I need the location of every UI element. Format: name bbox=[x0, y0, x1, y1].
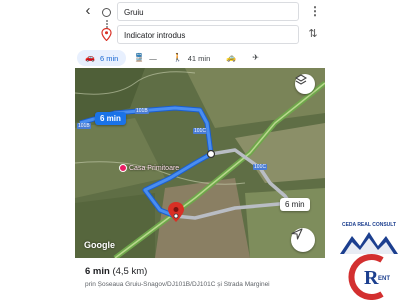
route-description: prin Șoseaua Gruiu-Snagov/DJ101B/DJ101C … bbox=[85, 281, 270, 288]
plane-icon: ✈ bbox=[252, 53, 259, 62]
mode-walk[interactable]: 🚶 41 min bbox=[165, 50, 218, 66]
map-canvas bbox=[75, 68, 325, 258]
route-summary-sheet[interactable]: 6 min (4,5 km) prin Șoseaua Gruiu-Snagov… bbox=[75, 258, 325, 300]
route-time-callout-alt[interactable]: 6 min bbox=[280, 198, 310, 211]
transit-icon: 🚆 bbox=[134, 53, 145, 62]
destination-pin-icon bbox=[101, 28, 112, 41]
route-time-callout-primary[interactable]: 6 min bbox=[95, 112, 126, 125]
logo-emblem: R ENT bbox=[340, 232, 398, 300]
route-duration: 6 min bbox=[85, 266, 110, 277]
place-pin-icon bbox=[119, 164, 127, 172]
map-view[interactable]: 101B 101C 101B 101C 6 min 6 min Casa Pri… bbox=[75, 68, 325, 258]
walk-icon: 🚶 bbox=[172, 53, 183, 62]
road-label: 101B bbox=[135, 108, 149, 114]
road-label: 101C bbox=[193, 128, 207, 134]
mode-walk-label: 41 min bbox=[187, 53, 211, 63]
mode-transit[interactable]: 🚆 — bbox=[126, 50, 164, 66]
layers-icon bbox=[295, 74, 307, 85]
navigation-arrow-icon bbox=[291, 228, 303, 240]
travel-mode-bar: 🚗 6 min 🚆 — 🚶 41 min 🚕 ✈ bbox=[75, 49, 325, 67]
origin-input[interactable]: Gruiu bbox=[117, 2, 299, 21]
mode-transit-label: — bbox=[149, 53, 157, 63]
google-logo: Google bbox=[84, 240, 115, 250]
place-marker[interactable]: Casa Primitoare bbox=[119, 164, 179, 172]
place-name: Casa Primitoare bbox=[129, 164, 180, 172]
directions-header: ‹ Gruiu Indicator introdus ⋮ ⇅ 🚗 6 min 🚆… bbox=[75, 0, 325, 72]
my-location-button[interactable] bbox=[291, 228, 315, 252]
mode-flight[interactable]: ✈ bbox=[244, 50, 267, 66]
svg-text:ENT: ENT bbox=[378, 276, 390, 282]
origin-circle-icon bbox=[102, 8, 111, 17]
back-button[interactable]: ‹ bbox=[81, 2, 95, 20]
car-icon: 🚗 bbox=[85, 53, 95, 62]
company-logo: CEDA REAL CONSULT R ENT bbox=[338, 222, 400, 300]
ride-icon: 🚕 bbox=[226, 53, 237, 62]
route-summary-title: 6 min (4,5 km) bbox=[85, 266, 315, 277]
more-options-button[interactable]: ⋮ bbox=[309, 3, 321, 19]
route-dots-icon bbox=[106, 20, 108, 28]
mode-ride[interactable]: 🚕 bbox=[218, 50, 244, 66]
road-label: 101B bbox=[77, 123, 91, 129]
mode-car[interactable]: 🚗 6 min bbox=[77, 50, 127, 66]
layers-button[interactable] bbox=[295, 74, 315, 94]
swap-directions-button[interactable]: ⇅ bbox=[306, 25, 320, 43]
destination-input[interactable]: Indicator introdus bbox=[117, 25, 299, 44]
route-distance: (4,5 km) bbox=[112, 266, 148, 277]
mode-car-label: 6 min bbox=[99, 53, 119, 63]
road-label: 101C bbox=[253, 164, 267, 170]
svg-text:R: R bbox=[364, 267, 379, 289]
